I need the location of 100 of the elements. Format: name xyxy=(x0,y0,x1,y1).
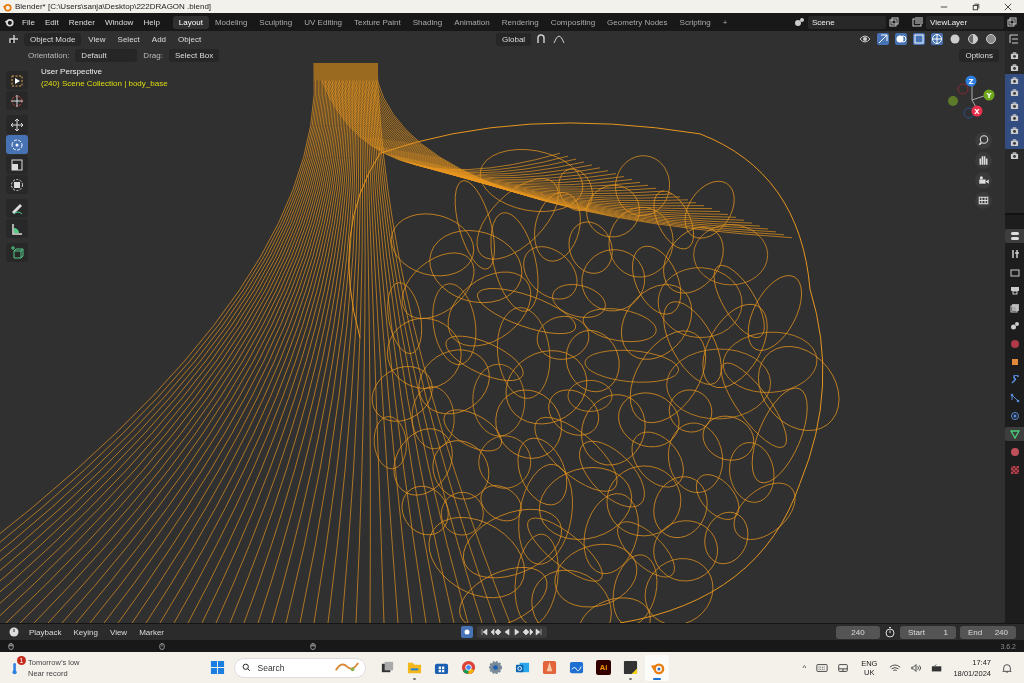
hand-icon[interactable] xyxy=(975,152,992,169)
image-icon xyxy=(1009,303,1020,313)
speaker-icon[interactable] xyxy=(910,662,923,673)
cursor-tool-button[interactable] xyxy=(6,91,28,110)
sphere-icon xyxy=(1009,447,1020,457)
view-layer-field[interactable]: ViewLayer xyxy=(926,15,1004,29)
data-properties-tab[interactable] xyxy=(1005,427,1024,441)
zoom-icon[interactable] xyxy=(975,132,992,149)
annotate-tool-button[interactable] xyxy=(6,199,28,218)
square-icon xyxy=(1009,357,1020,367)
menu-item[interactable]: Help xyxy=(138,17,165,27)
camera-icon xyxy=(1010,100,1019,110)
workspace-tab[interactable]: Shading xyxy=(406,15,449,29)
options-dropdown[interactable]: Options xyxy=(959,48,999,62)
scene-icon[interactable] xyxy=(794,16,806,28)
wifi-icon[interactable] xyxy=(889,662,902,673)
bell-icon[interactable] xyxy=(1001,662,1013,673)
menu-item[interactable]: Window xyxy=(99,17,139,27)
visibility-icon[interactable] xyxy=(859,33,871,45)
add-workspace-button[interactable]: + xyxy=(716,15,734,29)
copy-icon[interactable] xyxy=(888,16,900,28)
workspace-tab[interactable]: Modeling xyxy=(208,15,254,29)
grid-icon[interactable] xyxy=(975,192,992,209)
workspace-tab[interactable]: Layout xyxy=(172,15,209,29)
keyboard-icon[interactable] xyxy=(816,662,829,673)
pencil-icon xyxy=(10,201,24,216)
transform-orientation-dropdown[interactable]: Default xyxy=(75,48,138,62)
outliner-row[interactable] xyxy=(1005,74,1024,87)
scene-field[interactable]: Scene xyxy=(808,15,886,29)
camera-icon[interactable] xyxy=(975,172,992,189)
workspace-tab[interactable]: Animation xyxy=(448,15,496,29)
restore-icon[interactable] xyxy=(972,2,980,11)
tray-chevron[interactable]: ^ xyxy=(798,663,811,672)
menu-item[interactable]: Keying xyxy=(68,627,103,637)
close-icon[interactable] xyxy=(1004,2,1012,11)
clock-icon[interactable] xyxy=(8,626,20,638)
editor-type-icon[interactable] xyxy=(8,33,20,45)
menu-item[interactable]: Edit xyxy=(39,17,64,27)
scale-tool-button[interactable] xyxy=(6,155,28,174)
camera-icon xyxy=(1010,150,1019,160)
mode-dropdown[interactable]: Object Mode xyxy=(24,32,82,46)
orientation-dropdown[interactable]: Global xyxy=(496,32,532,46)
menu-item[interactable]: Add xyxy=(146,34,172,44)
camera-icon xyxy=(1010,125,1019,135)
camera-icon xyxy=(1010,63,1019,73)
drag-label: Drag: xyxy=(142,50,164,60)
tool-properties-tab[interactable] xyxy=(1005,229,1024,243)
workspace-tab[interactable]: UV Editing xyxy=(298,15,349,29)
menu-item[interactable]: Render xyxy=(63,17,100,27)
solid-shading-icon[interactable] xyxy=(949,33,961,45)
add-tool-button[interactable] xyxy=(6,243,28,262)
start-icon[interactable] xyxy=(210,660,226,675)
xray-toggle-icon[interactable] xyxy=(913,33,925,45)
measure-tool-button[interactable] xyxy=(6,219,28,238)
mouse-icon xyxy=(310,641,316,651)
drag-dropdown[interactable]: Select Box xyxy=(168,48,220,62)
material-shading-icon[interactable] xyxy=(967,33,979,45)
view-layer-icon[interactable] xyxy=(912,16,924,28)
move-tool-button[interactable] xyxy=(6,115,28,134)
gizmo-toggle-icon[interactable] xyxy=(877,33,889,45)
workspace-tab[interactable]: Texture Paint xyxy=(348,15,407,29)
workspace-tab[interactable]: Geometry Nodes xyxy=(601,15,674,29)
workspace-tab[interactable]: Compositing xyxy=(544,15,602,29)
battery-icon[interactable] xyxy=(931,662,944,673)
select-tool-button[interactable] xyxy=(6,71,28,90)
rotate-tool-button[interactable] xyxy=(6,135,28,154)
menu-item[interactable]: Select xyxy=(112,34,145,44)
menu-item[interactable]: View xyxy=(83,34,111,44)
menu-item[interactable]: Playback xyxy=(24,627,67,637)
folder-icon xyxy=(407,660,422,675)
menu-item[interactable]: View xyxy=(104,627,133,637)
start-frame-field[interactable]: Start 1 xyxy=(900,625,956,639)
rendered-shading-icon[interactable] xyxy=(985,33,997,45)
scale-icon xyxy=(10,157,24,172)
blender-logo-icon[interactable] xyxy=(4,17,14,27)
search-highlight-drawing xyxy=(334,661,361,674)
touchpad-icon[interactable] xyxy=(837,662,850,673)
transform-tool-button[interactable] xyxy=(6,175,28,194)
wireframe-shading-icon[interactable] xyxy=(931,33,943,45)
proportional-editing-icon[interactable] xyxy=(553,33,566,45)
record-icon[interactable] xyxy=(460,626,473,638)
workspace-tab[interactable]: Rendering xyxy=(495,15,545,29)
menu-item[interactable]: File xyxy=(17,17,40,27)
playback-controls-drawing[interactable] xyxy=(476,626,547,638)
menu-item[interactable]: Object xyxy=(173,34,207,44)
thermometer-icon xyxy=(10,660,20,675)
snap-icon[interactable] xyxy=(535,33,548,45)
copy-icon[interactable] xyxy=(1006,16,1018,28)
camera-icon xyxy=(1010,113,1019,123)
end-frame-field[interactable]: End 240 xyxy=(960,625,1016,639)
blender-taskbar-button[interactable] xyxy=(645,654,670,681)
menu-item[interactable]: Marker xyxy=(134,627,170,637)
pencil-icon xyxy=(542,660,557,675)
overlay-toggle-icon[interactable] xyxy=(895,33,907,45)
stopwatch-icon[interactable] xyxy=(884,626,896,638)
search-field[interactable]: Search xyxy=(234,657,367,678)
workspace-tab[interactable]: Scripting xyxy=(673,15,717,29)
outliner-icon[interactable] xyxy=(1008,33,1020,45)
workspace-tab[interactable]: Sculpting xyxy=(253,15,299,29)
current-frame-field[interactable]: 240 xyxy=(836,625,880,639)
